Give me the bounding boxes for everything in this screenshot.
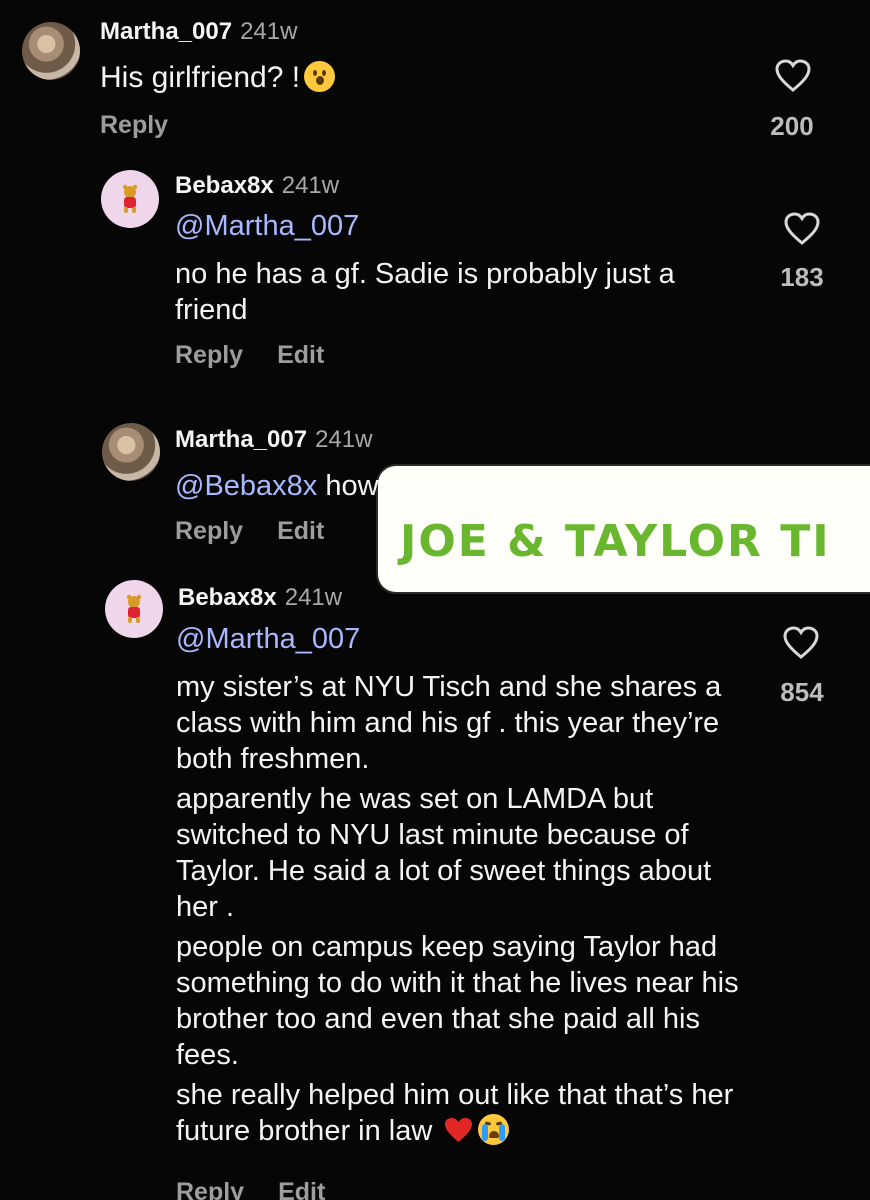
heart-outline-icon[interactable] [774, 59, 812, 93]
red-heart-emoji [445, 1118, 473, 1142]
mention-link[interactable]: @Bebax8x [175, 470, 317, 502]
like-count: 200 [770, 111, 814, 141]
avatar[interactable] [102, 423, 160, 481]
reply-button[interactable]: Reply [175, 517, 243, 545]
headline-sticker: JOE & TAYLOR TI [378, 466, 870, 592]
username[interactable]: Bebax8x [178, 584, 277, 611]
avatar[interactable] [22, 22, 80, 80]
loudly-crying-face-emoji [478, 1114, 510, 1145]
comment-author[interactable]: Martha_007 241w [175, 426, 372, 454]
comment-actions: Reply Edit [176, 1178, 359, 1200]
comment-time: 241w [240, 18, 298, 45]
comment-paragraph: people on campus keep saying Taylor had … [176, 931, 739, 1071]
pooh-bear-icon [122, 184, 138, 213]
comment-time: 241w [281, 172, 340, 199]
edit-button[interactable]: Edit [277, 341, 324, 369]
username[interactable]: Bebax8x [175, 172, 274, 199]
like-count: 854 [780, 677, 824, 707]
heart-outline-icon[interactable] [783, 212, 821, 246]
comment-actions: Reply Edit [175, 341, 358, 370]
headline-text: JOE & TAYLOR TI [400, 516, 831, 567]
comment-actions: Reply [100, 111, 202, 140]
comment-text: no he has a gf. Sadie is probably just a… [175, 258, 675, 326]
comments-screen: Martha_007 241w His girlfriend? ! Reply 2… [0, 0, 870, 1200]
astonished-face-emoji [304, 61, 336, 92]
mention-link[interactable]: @Martha_007 [175, 210, 359, 243]
comment-paragraph: my sister’s at NYU Tisch and she shares … [176, 671, 722, 775]
username[interactable]: Martha_007 [175, 426, 307, 453]
username[interactable]: Martha_007 [100, 18, 232, 45]
comment-time: 241w [315, 426, 373, 453]
comment-time: 241w [284, 584, 343, 611]
comment-paragraph: she really helped him out like that that… [176, 1079, 734, 1147]
mention-link[interactable]: @Martha_007 [176, 623, 360, 656]
comment-author[interactable]: Bebax8x 241w [175, 172, 339, 200]
avatar[interactable] [101, 170, 159, 228]
pooh-bear-icon [126, 594, 142, 623]
avatar[interactable] [105, 580, 163, 638]
like-count: 183 [780, 262, 824, 292]
edit-button[interactable]: Edit [277, 517, 324, 545]
edit-button[interactable]: Edit [278, 1178, 325, 1200]
reply-button[interactable]: Reply [100, 111, 168, 139]
heart-outline-icon[interactable] [782, 626, 820, 660]
reply-button[interactable]: Reply [176, 1178, 244, 1200]
comment-author[interactable]: Martha_007 241w [100, 18, 297, 46]
comment-paragraph: apparently he was set on LAMDA but switc… [176, 783, 712, 923]
comment-text: His girlfriend? ! [100, 60, 660, 96]
reply-button[interactable]: Reply [175, 341, 243, 369]
comment-text: my sister’s at NYU Tisch and she shares … [176, 669, 756, 1153]
comment-author[interactable]: Bebax8x 241w [178, 584, 342, 612]
comment-actions: Reply Edit [175, 517, 358, 546]
